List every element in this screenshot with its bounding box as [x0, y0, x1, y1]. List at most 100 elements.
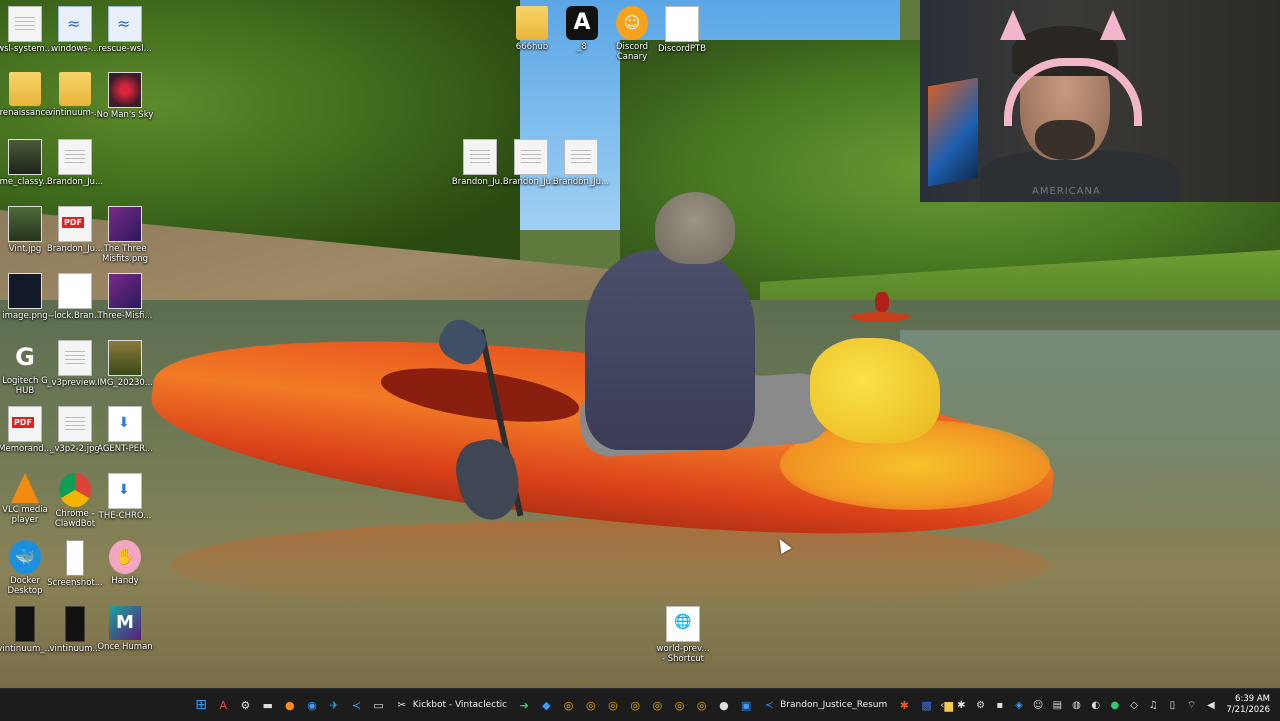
chrome-taskbar-icon-6[interactable]: ◎: [670, 696, 689, 715]
cat-ear-left-icon: [1000, 10, 1026, 40]
image-file-icon: [8, 206, 42, 242]
image-file-icon: [8, 273, 42, 309]
script-file-icon: [108, 6, 142, 42]
terminal-window-icon[interactable]: ▭: [369, 696, 388, 715]
desktop-icon-three-misfits-png[interactable]: The Three Misfits.png: [96, 206, 154, 264]
discord-canary-icon: ☺: [616, 6, 648, 40]
chrome-icon: [59, 473, 91, 507]
blank-file-icon: [665, 6, 699, 42]
desktop-icon-three-misfits[interactable]: Three-Misfi...: [96, 273, 154, 321]
chrome-taskbar-icon-3[interactable]: ◎: [603, 696, 622, 715]
system-tray: ‹ ✱ ⚙ ▪ ◈ ☺ ▤ ◍ ◐ ● ◇ ♫ ▯ ⌔ ◀ 6:39 AM 7/…: [933, 689, 1280, 721]
app-a-icon: A: [566, 6, 598, 40]
desktop-icon-img-2023[interactable]: IMG_20230...: [96, 340, 154, 388]
desktop-icon-rescue-wsl[interactable]: rescue-wsl...: [96, 6, 154, 54]
blank-file-icon: [58, 273, 92, 309]
chrome-taskbar-icon-7[interactable]: ◎: [692, 696, 711, 715]
burst-app-icon[interactable]: ✱: [895, 696, 914, 715]
document-icon: [8, 6, 42, 42]
folder-icon: [9, 72, 41, 106]
photos-icon[interactable]: ▣: [737, 696, 756, 715]
download-file-icon: [108, 473, 142, 509]
taskbar: ⊞ A ⚙ ▬ ● ◉ ✈ ≺ ▭ ✂ Kickbot - Vintaclect…: [0, 688, 1280, 721]
wallpaper-person: [585, 250, 755, 450]
wallpaper-distant-kayaker: [875, 292, 889, 312]
wallpaper-distant-kayak: [850, 312, 910, 322]
desktop-icon-brandon-doc-2[interactable]: Brandon_Ju...: [451, 139, 509, 187]
microphone-icon[interactable]: ♫: [1145, 696, 1161, 715]
pin-app-icon[interactable]: ◆: [537, 696, 556, 715]
game-shortcut-icon: [108, 72, 142, 108]
taskbar-app-vscode-resume[interactable]: ≺ Brandon_Justice_Resum: [757, 693, 893, 717]
pdf-file-icon: PDF: [8, 406, 42, 442]
document-icon: [58, 340, 92, 376]
github-icon[interactable]: ●: [714, 696, 733, 715]
phone-screenshot-icon: [66, 540, 84, 576]
taskbar-clock[interactable]: 6:39 AM 7/21/2026: [1220, 694, 1280, 716]
tray-discord-icon[interactable]: ☺: [1030, 696, 1046, 715]
tray-app-icon-1[interactable]: ▪: [992, 696, 1008, 715]
webcam-person-beard: [1035, 120, 1095, 160]
once-human-icon: M: [109, 606, 141, 640]
folder-icon: [59, 72, 91, 106]
clock-date: 7/21/2026: [1226, 705, 1270, 715]
desktop-icon-agent-per[interactable]: AGENT-PER...: [96, 406, 154, 454]
terminal-icon[interactable]: ▬: [258, 696, 277, 715]
handy-app-icon: ✋: [109, 540, 141, 574]
start-menu-icon[interactable]: ⊞: [192, 696, 211, 715]
tray-bluetooth-icon[interactable]: ✱: [953, 696, 969, 715]
tray-gear-icon[interactable]: ⚙: [973, 696, 989, 715]
battery-icon[interactable]: ▯: [1164, 696, 1180, 715]
webcam-shirt-text: AMERICANA: [1032, 186, 1101, 197]
arrow-app-icon[interactable]: ➜: [515, 696, 534, 715]
vscode-icon[interactable]: ≺: [347, 696, 366, 715]
wallpaper-person-hat: [655, 192, 735, 264]
firefox-icon[interactable]: ●: [280, 696, 299, 715]
dark-file-icon: [65, 606, 85, 642]
taskbar-app-kickbot[interactable]: ✂ Kickbot - Vintaclectic: [390, 693, 513, 717]
tray-app-icon-4[interactable]: ◍: [1069, 696, 1085, 715]
folder-icon: [516, 6, 548, 40]
app-a-taskbar-icon[interactable]: A: [214, 696, 233, 715]
document-icon: [564, 139, 598, 175]
tray-app-icon-3[interactable]: ▤: [1049, 696, 1065, 715]
docker-whale-icon: 🐳: [9, 540, 41, 574]
chrome-taskbar-icon-1[interactable]: ◎: [559, 696, 578, 715]
desktop-icon-brandon-doc-1[interactable]: Brandon_Ju...: [46, 139, 104, 187]
logitech-g-icon: G: [15, 343, 35, 371]
script-file-icon: [58, 6, 92, 42]
settings-gear-icon[interactable]: ⚙: [236, 696, 255, 715]
kickbot-app-icon: ✂: [397, 699, 406, 711]
wifi-icon[interactable]: ⌔: [1184, 696, 1200, 715]
tray-app-icon-6[interactable]: ◇: [1126, 696, 1142, 715]
desktop-icon-discord-ptb[interactable]: DiscordPTB: [653, 6, 711, 54]
desktop-icon-no-mans-sky[interactable]: No Man's Sky: [96, 72, 154, 120]
document-icon: [58, 406, 92, 442]
document-icon: [463, 139, 497, 175]
image-file-icon: [8, 139, 42, 175]
tray-spotify-icon[interactable]: ●: [1107, 696, 1123, 715]
desktop-icon-handy[interactable]: ✋ Handy: [96, 540, 154, 586]
telegram-icon[interactable]: ✈: [325, 696, 344, 715]
desktop-icon-world-prev-shortcut[interactable]: 🌐 world-prev... - Shortcut: [654, 606, 712, 664]
edge-icon[interactable]: ◉: [303, 696, 322, 715]
volume-icon[interactable]: ◀: [1203, 696, 1219, 715]
cat-ear-right-icon: [1100, 10, 1126, 40]
desktop-icon-once-human[interactable]: M Once Human: [96, 606, 154, 652]
image-file-icon: [108, 206, 142, 242]
document-icon: [514, 139, 548, 175]
desktop-icon-brandon-doc-4[interactable]: Brandon_Ju...: [552, 139, 610, 187]
dark-file-icon: [15, 606, 35, 642]
vlc-cone-icon: [11, 473, 39, 503]
web-shortcut-icon: 🌐: [666, 606, 700, 642]
tray-chevron-icon[interactable]: ‹: [934, 696, 950, 715]
tray-app-icon-2[interactable]: ◈: [1011, 696, 1027, 715]
chrome-taskbar-icon-2[interactable]: ◎: [581, 696, 600, 715]
clock-time: 6:39 AM: [1235, 694, 1270, 704]
tray-app-icon-5[interactable]: ◐: [1088, 696, 1104, 715]
pdf-file-icon: PDF: [58, 206, 92, 242]
webcam-background-poster: [928, 77, 978, 187]
chrome-taskbar-icon-5[interactable]: ◎: [648, 696, 667, 715]
chrome-taskbar-icon-4[interactable]: ◎: [626, 696, 645, 715]
desktop-icon-the-chro[interactable]: THE-CHRO...: [96, 473, 154, 521]
